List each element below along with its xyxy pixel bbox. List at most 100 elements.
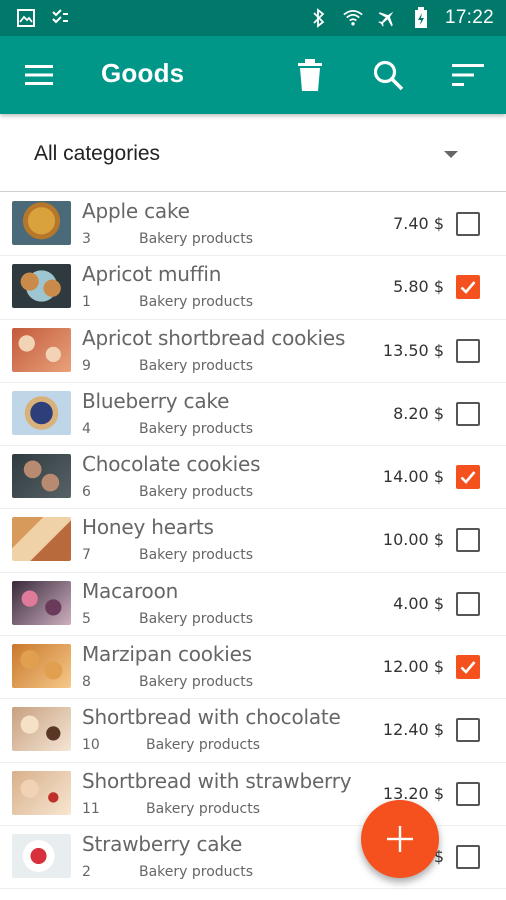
menu-icon [25,65,53,85]
airplane-icon [377,8,397,28]
item-checkbox[interactable] [456,655,480,680]
item-category: Bakery products [139,863,254,880]
item-name: Marzipan cookies [82,642,252,667]
item-quantity: 3 [82,231,91,247]
item-price: 12.40 $ [382,720,444,740]
product-thumbnail [12,770,71,815]
search-icon [373,60,404,91]
product-thumbnail [12,833,71,878]
item-name: Chocolate cookies [82,452,261,477]
list-item[interactable]: Apricot shortbread cookies 9 Bakery produc… [0,319,506,383]
list-item[interactable]: Shortbread with chocolate 10 Bakery produc… [0,699,506,763]
delete-icon [298,59,322,91]
item-name: Shortbread with chocolate [82,705,341,730]
item-checkbox[interactable] [456,844,480,869]
dropdown-arrow-icon [444,151,458,158]
item-name: Macaroon [82,578,179,603]
product-thumbnail [12,454,71,499]
list-item[interactable]: Macaroon 5 Bakery products 4.00 $ [0,572,506,637]
item-checkbox[interactable] [456,212,480,236]
product-thumbnail [12,327,71,372]
app-bar: Goods [0,36,506,114]
item-name: Honey hearts [82,515,214,540]
list-item[interactable]: Honey hearts 7 Bakery products 10.00 $ [0,509,506,573]
item-category: Bakery products [146,800,261,817]
list-item[interactable]: Chocolate cookies 6 Bakery products 14.00 $ [0,446,506,510]
item-price: 7.40 $ [393,214,444,233]
item-checkbox[interactable] [456,528,480,553]
item-price: 4.00 $ [393,593,444,613]
item-name: Shortbread with strawberry [82,768,352,793]
add-item-button[interactable] [361,800,439,878]
sort-icon [452,64,484,86]
plus-icon [387,826,413,852]
list-item[interactable]: Blueberry cake 4 Bakery products 8.20 $ [0,382,506,447]
item-checkbox[interactable] [456,275,480,300]
item-name: Strawberry cake [82,831,243,856]
item-category: Bakery products [139,674,254,691]
item-checkbox[interactable] [456,718,480,743]
status-left [16,8,70,28]
list-item[interactable]: Apricot muffin 1 Bakery products 5.80 $ [0,256,506,320]
item-quantity: 2 [82,863,91,880]
item-quantity: 6 [82,484,91,501]
product-thumbnail [12,580,71,625]
category-dropdown[interactable]: All categories [0,114,506,192]
item-quantity: 4 [82,420,91,437]
item-checkbox[interactable] [456,338,480,363]
item-price: 12.00 $ [382,657,444,677]
checkmark-icon [460,661,476,674]
bluetooth-icon [309,8,329,28]
item-checkbox[interactable] [456,781,480,806]
item-quantity: 10 [82,737,100,754]
item-quantity: 11 [82,800,100,817]
item-category: Bakery products [139,610,254,627]
item-price: 8.20 $ [393,403,444,423]
status-time: 17:22 [444,7,494,28]
item-price: 5.80 $ [393,277,444,297]
item-name: Blueberry cake [82,388,230,413]
search-button[interactable] [369,56,407,94]
page-title: Goods [101,58,185,88]
goods-list: Apple cake 3 Bakery products 7.40 $ Apricot … [0,193,506,890]
item-category: Bakery products [139,484,254,501]
wifi-icon [343,8,363,28]
product-thumbnail [12,644,71,689]
item-name: Apricot shortbread cookies [82,325,346,350]
menu-button[interactable] [22,59,56,91]
product-thumbnail [12,264,71,309]
item-category: Bakery products [139,547,254,564]
status-right: 17:22 [309,7,494,29]
list-item[interactable]: Marzipan cookies 8 Bakery products 12.00 $ [0,636,506,700]
product-thumbnail [12,707,71,752]
checkmark-icon [460,281,476,295]
item-price: 13.50 $ [382,340,444,360]
status-bar: 17:22 [0,0,506,36]
delete-button[interactable] [291,56,329,94]
item-quantity: 1 [82,294,91,311]
item-price: 14.00 $ [382,467,444,487]
item-quantity: 9 [82,357,91,374]
item-checkbox[interactable] [456,591,480,616]
item-quantity: 5 [82,610,91,627]
product-thumbnail [12,390,71,435]
tasks-icon [50,8,70,28]
item-category: Bakery products [139,420,254,437]
category-selected: All categories [34,142,161,165]
item-name: Apricot muffin [82,262,222,287]
product-thumbnail [12,201,71,245]
item-quantity: 8 [82,674,91,691]
item-category: Bakery products [139,231,254,247]
item-category: Bakery products [146,737,261,754]
sort-button[interactable] [449,56,487,94]
item-checkbox[interactable] [456,401,480,426]
product-thumbnail [12,517,71,562]
gallery-icon [16,8,36,28]
item-category: Bakery products [139,357,254,374]
item-quantity: 7 [82,547,91,564]
list-item[interactable]: Apple cake 3 Bakery products 7.40 $ [0,193,506,257]
item-category: Bakery products [139,294,254,311]
battery-icon [411,7,431,28]
item-checkbox[interactable] [456,465,480,490]
checkmark-icon [460,471,476,485]
